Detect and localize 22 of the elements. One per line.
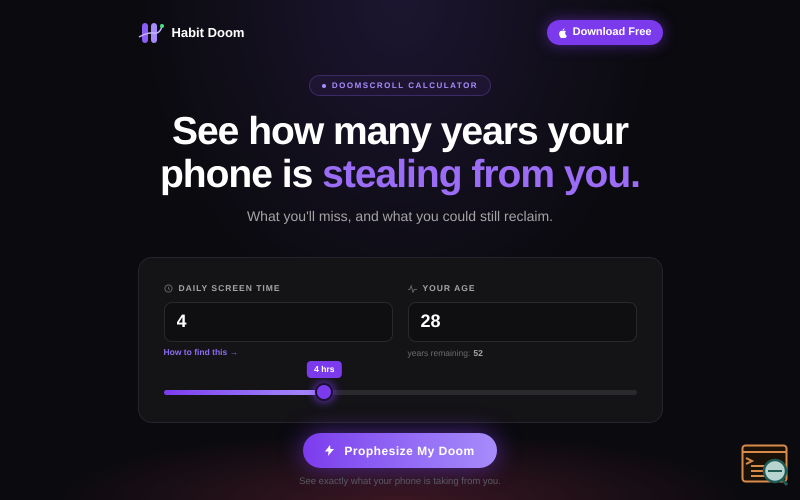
- help-link[interactable]: How to find this →: [164, 346, 238, 358]
- screen-time-field[interactable]: 4: [164, 302, 392, 342]
- clock-icon: [164, 284, 172, 293]
- slider-tooltip: 4 hrs: [307, 360, 342, 378]
- field-label: YOUR AGE: [422, 282, 476, 295]
- remaining-value: 52: [473, 346, 483, 360]
- brand-name: Habit Doom: [172, 24, 244, 42]
- logo-icon: [138, 22, 164, 44]
- download-button[interactable]: Download Free: [546, 20, 662, 45]
- lightning-icon: [325, 445, 334, 456]
- pulse-icon: [408, 284, 416, 293]
- remaining-label: years remaining:: [408, 346, 470, 360]
- subtitle: What you'll miss, and what you could still reclaim.: [246, 207, 554, 226]
- prophesize-button[interactable]: Prophesize My Doom: [303, 433, 497, 468]
- headline: See how many years your phone is stealing from you.: [160, 110, 640, 196]
- section-badge: DOOMSCROLL CALCULATOR: [308, 75, 492, 96]
- field-label: DAILY SCREEN TIME: [178, 282, 281, 295]
- age-field[interactable]: 28: [408, 302, 636, 342]
- code-window-icon[interactable]: [741, 444, 791, 488]
- cta-note: See exactly what your phone is taking from you.: [299, 475, 501, 489]
- slider-thumb[interactable]: [315, 382, 334, 400]
- apple-icon: [558, 28, 567, 38]
